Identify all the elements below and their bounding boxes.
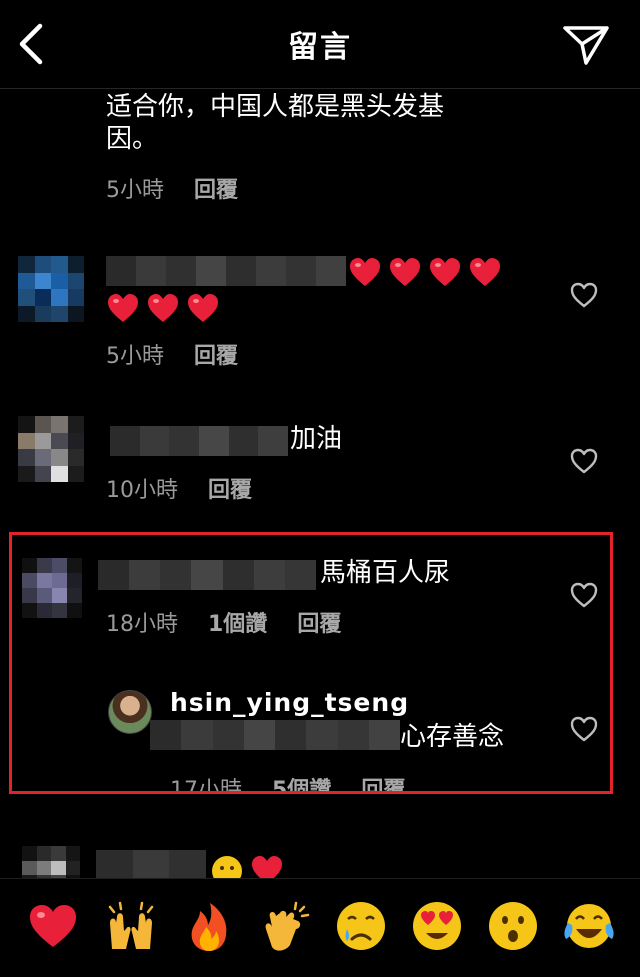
like-heart-icon[interactable] <box>569 446 599 476</box>
reply-button[interactable]: 回覆 <box>194 172 238 204</box>
red-heart-icon <box>108 294 138 322</box>
paper-plane-icon[interactable] <box>562 24 610 66</box>
username-blurred[interactable] <box>106 256 346 286</box>
heart-eyes-face-icon[interactable] <box>410 899 464 953</box>
comment-emojis <box>210 854 290 878</box>
avatar[interactable] <box>18 416 84 482</box>
red-heart-icon <box>188 294 218 322</box>
top-bar: 留言 <box>0 0 640 89</box>
reply-button[interactable]: 回覆 <box>297 606 341 638</box>
comment-meta: 18小時 1個讚 回覆 <box>106 606 371 638</box>
comment-text: 加油 <box>290 424 343 454</box>
red-heart-icon <box>350 258 380 286</box>
mention-blurred[interactable] <box>150 720 400 750</box>
red-heart-icon <box>148 294 178 322</box>
likes-count[interactable]: 5個讚 <box>272 772 331 792</box>
username-blurred[interactable] <box>96 850 207 878</box>
avatar[interactable] <box>22 846 80 878</box>
surprised-face-icon[interactable] <box>486 899 540 953</box>
neutral-face-icon <box>212 856 242 878</box>
comment-text-line-1: 适合你，中国人都是黑头发基 <box>106 92 445 122</box>
red-heart-icon <box>252 856 282 878</box>
avatar[interactable] <box>108 690 152 734</box>
red-heart-icon[interactable] <box>26 899 80 953</box>
reply-button[interactable]: 回覆 <box>208 472 252 504</box>
reply-username[interactable]: hsin_ying_tseng <box>170 688 409 717</box>
comment-time: 17小時 <box>170 778 242 792</box>
comment-meta: 17小時 5個讚 回覆 <box>170 772 435 792</box>
comment-time: 5小時 <box>106 178 164 203</box>
crying-face-icon[interactable] <box>334 899 388 953</box>
fire-icon[interactable] <box>182 899 236 953</box>
clapping-hands-icon[interactable] <box>258 899 312 953</box>
reply-button[interactable]: 回覆 <box>194 338 238 370</box>
comment-text: 馬桶百人尿 <box>320 558 451 588</box>
reply-button[interactable]: 回覆 <box>361 772 405 792</box>
raised-hands-icon[interactable] <box>104 899 158 953</box>
red-heart-icon <box>390 258 420 286</box>
comment-hearts-line-1 <box>348 256 508 288</box>
red-heart-icon <box>470 258 500 286</box>
avatar[interactable] <box>18 256 84 322</box>
red-heart-icon <box>430 258 460 286</box>
page-title: 留言 <box>288 30 352 65</box>
likes-count[interactable]: 1個讚 <box>208 606 267 638</box>
avatar[interactable] <box>22 558 82 618</box>
comment-hearts-line-2 <box>106 292 226 324</box>
comment-meta: 10小時 回覆 <box>106 472 282 504</box>
like-heart-icon[interactable] <box>569 580 599 610</box>
comment-time: 5小時 <box>106 344 164 369</box>
comment-time: 18小時 <box>106 612 178 637</box>
username-blurred[interactable] <box>110 426 289 456</box>
username-blurred[interactable] <box>98 560 316 590</box>
comment-time: 10小時 <box>106 478 178 503</box>
tears-of-joy-face-icon[interactable] <box>562 899 616 953</box>
comment-meta: 5小時 回覆 <box>106 172 268 204</box>
comment-meta: 5小時 回覆 <box>106 338 268 370</box>
comment-text: 心存善念 <box>400 722 505 752</box>
comment-text-line-2: 因。 <box>106 124 159 154</box>
like-heart-icon[interactable] <box>569 280 599 310</box>
emoji-reaction-bar <box>0 878 640 977</box>
like-heart-icon[interactable] <box>569 714 599 744</box>
comment-list[interactable]: 适合你，中国人都是黑头发基 因。 5小時 回覆 5小時 回覆 加油 10小時 回覆 <box>0 88 640 878</box>
